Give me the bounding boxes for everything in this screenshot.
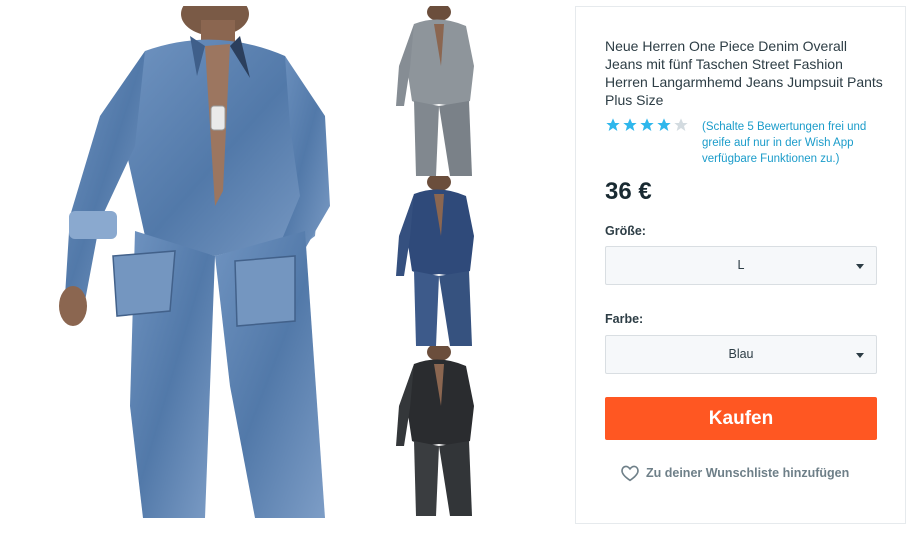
- size-label: Größe:: [605, 224, 646, 238]
- star-empty-icon: [674, 118, 688, 131]
- rating-unlock-note[interactable]: (Schalte 5 Bewertungen frei und greife a…: [702, 119, 887, 167]
- color-label: Farbe:: [605, 312, 644, 326]
- chevron-down-icon: [856, 353, 864, 358]
- heart-icon: [621, 465, 639, 482]
- add-to-wishlist-button[interactable]: Zu deiner Wunschliste hinzufügen: [620, 464, 849, 482]
- color-select-value: Blau: [728, 347, 754, 361]
- size-select-value: L: [737, 258, 745, 272]
- star-icon: [623, 118, 637, 131]
- star-icon: [606, 118, 620, 131]
- main-product-image[interactable]: [25, 6, 360, 518]
- size-select[interactable]: L: [605, 246, 877, 285]
- buy-button[interactable]: Kaufen: [605, 397, 877, 440]
- thumbnail-list: [384, 6, 482, 516]
- star-rating: [605, 117, 690, 133]
- product-title: Neue Herren One Piece Denim Overall Jean…: [605, 38, 883, 108]
- thumbnail-grey-jumpsuit[interactable]: [384, 6, 482, 176]
- star-icon: [657, 118, 671, 131]
- color-select[interactable]: Blau: [605, 335, 877, 374]
- wishlist-label: Zu deiner Wunschliste hinzufügen: [646, 466, 850, 480]
- thumbnail-black-jumpsuit[interactable]: [384, 346, 482, 516]
- product-info-panel: Neue Herren One Piece Denim Overall Jean…: [575, 6, 906, 524]
- thumbnail-dark-blue-jumpsuit[interactable]: [384, 176, 482, 346]
- product-price: 36 €: [605, 178, 652, 205]
- star-icon: [640, 118, 654, 131]
- chevron-down-icon: [856, 264, 864, 269]
